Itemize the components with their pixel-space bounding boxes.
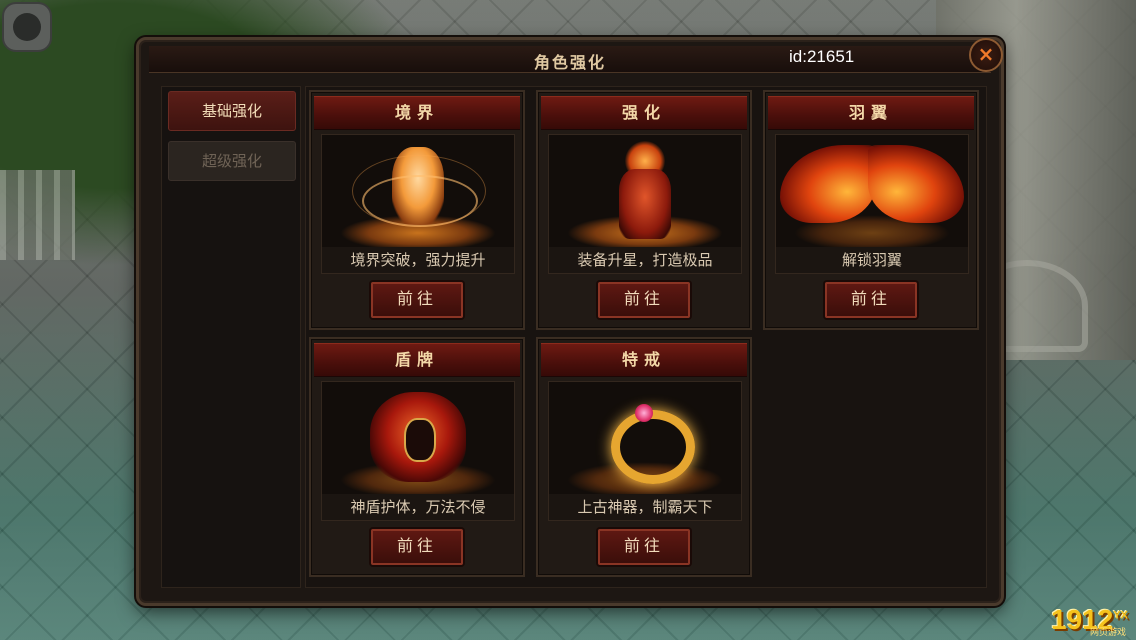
- go-button-realm[interactable]: 前往: [371, 282, 463, 318]
- card-title: 特戒: [541, 343, 747, 377]
- feature-card-shield: 盾牌 神盾护体，万法不侵 前往: [309, 337, 525, 577]
- sidebar-item-super-enhance[interactable]: 超级强化: [168, 141, 296, 181]
- go-button-ring[interactable]: 前往: [598, 529, 690, 565]
- card-title: 境界: [314, 96, 520, 130]
- user-id-label: id:21651: [789, 47, 855, 66]
- card-description: 上古神器，制霸天下: [548, 494, 742, 521]
- card-title: 盾牌: [314, 343, 520, 377]
- logo-subtitle: 网页游戏: [1089, 628, 1126, 638]
- stone-railing-decoration: [0, 170, 75, 260]
- menu-round-button[interactable]: [2, 2, 52, 52]
- category-sidebar: 基础强化 超级强化: [161, 86, 301, 588]
- go-button-enhance[interactable]: 前往: [598, 282, 690, 318]
- window-titlebar: 角色强化 id:21651: [149, 46, 991, 73]
- feature-card-enhance: 强化 装备升星，打造极品 前往: [536, 90, 752, 330]
- feature-card-wings: 羽翼 解锁羽翼 前往: [763, 90, 979, 330]
- demon-shield-icon: [321, 381, 515, 495]
- card-description: 境界突破，强力提升: [321, 247, 515, 274]
- sidebar-item-basic-enhance[interactable]: 基础强化: [168, 91, 296, 131]
- card-description: 装备升星，打造极品: [548, 247, 742, 274]
- feature-card-ring: 特戒 上古神器，制霸天下 前往: [536, 337, 752, 577]
- go-button-shield[interactable]: 前往: [371, 529, 463, 565]
- gem-ring-icon: [548, 381, 742, 495]
- meditating-figure-icon: [321, 134, 515, 248]
- window-title: 角色强化: [533, 53, 606, 72]
- card-title: 强化: [541, 96, 747, 130]
- card-description: 神盾护体，万法不侵: [321, 494, 515, 521]
- feature-card-realm: 境界 境界突破，强力提升 前往: [309, 90, 525, 330]
- armored-warrior-icon: [548, 134, 742, 248]
- feature-grid: 境界 境界突破，强力提升 前往 强化 装备升星，打造极品 前往 羽翼 解锁羽翼 …: [305, 86, 987, 588]
- close-button[interactable]: ×: [969, 38, 1003, 72]
- card-title: 羽翼: [768, 96, 974, 130]
- card-description: 解锁羽翼: [775, 247, 969, 274]
- close-icon: ×: [977, 42, 995, 66]
- go-button-wings[interactable]: 前往: [825, 282, 917, 318]
- flame-wings-icon: [775, 134, 969, 248]
- character-enhance-window: 角色强化 id:21651 × 基础强化 超级强化 境界 境界突破，强力提升 前…: [136, 37, 1004, 606]
- logo-badge: YX: [1113, 609, 1128, 622]
